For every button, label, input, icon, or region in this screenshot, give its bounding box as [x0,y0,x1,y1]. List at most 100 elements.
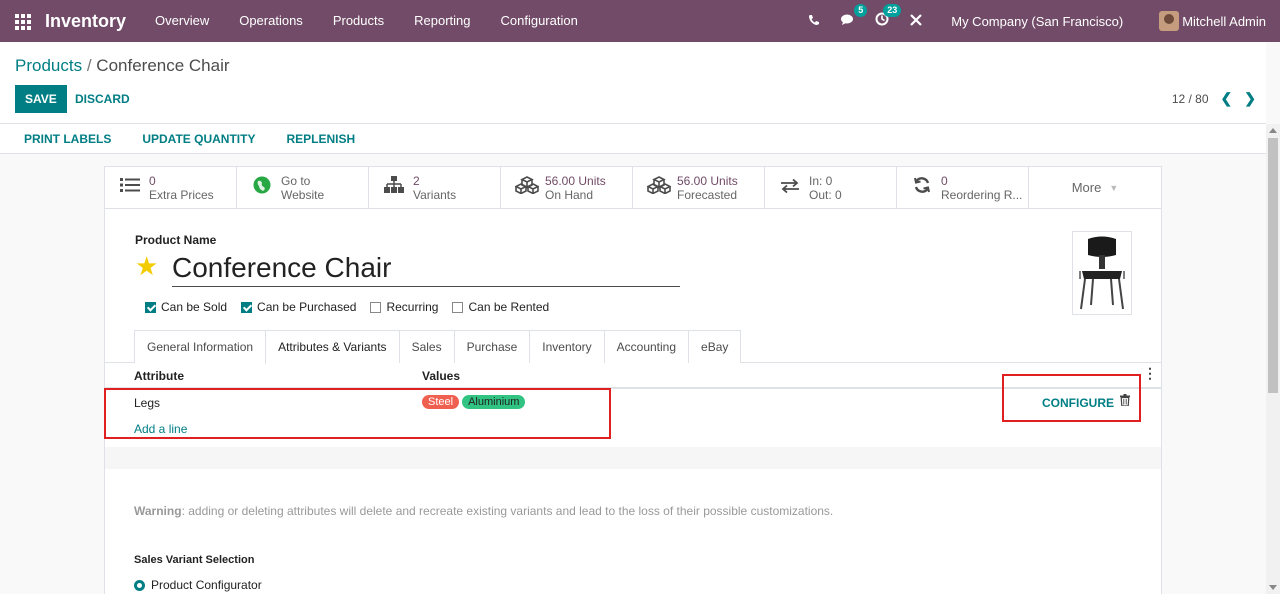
avatar [1159,11,1180,31]
on-hand-button[interactable]: 56.00 Units On Hand [501,167,633,208]
product-options: Can be Sold Can be Purchased Recurring C… [145,300,563,314]
menu-products[interactable]: Products [318,0,399,42]
tab-purchase[interactable]: Purchase [453,330,530,363]
tools-icon[interactable] [905,10,927,32]
forecasted-value: 56.00 Units [677,173,738,188]
on-hand-label: On Hand [545,187,594,202]
breadcrumb-current: Conference Chair [96,56,230,75]
cubes-icon [646,176,672,199]
exchange-icon [779,177,801,198]
activity-badge: 23 [883,4,902,17]
company-switcher[interactable]: My Company (San Francisco) [951,14,1123,29]
notebook-tabs: General Information Attributes & Variant… [105,330,1161,364]
go-to-website-button[interactable]: Go to Website [237,167,369,208]
menu-operations[interactable]: Operations [224,0,318,42]
tab-inventory[interactable]: Inventory [529,330,604,363]
checkbox-icon [241,301,253,313]
variants-button[interactable]: 2 Variants [369,167,501,208]
can-be-rented-checkbox[interactable]: Can be Rented [452,300,549,314]
website-line-2: Website [281,187,325,202]
tab-sales[interactable]: Sales [398,330,454,363]
checkbox-icon [452,301,464,313]
messages-badge: 5 [854,4,868,17]
control-panel: Products / Conference Chair SAVE DISCARD… [0,42,1266,124]
page-scrollbar[interactable] [1266,124,1280,594]
breadcrumb: Products / Conference Chair [15,56,230,76]
globe-icon [251,176,273,199]
refresh-icon [911,176,933,199]
main-menu: Overview Operations Products Reporting C… [140,0,593,42]
can-be-purchased-checkbox[interactable]: Can be Purchased [241,300,356,314]
can-be-sold-label: Can be Sold [161,300,228,314]
product-image[interactable] [1072,231,1132,315]
systray: 5 23 My Company (San Francisco) Mitchell… [797,0,1280,42]
phone-icon[interactable] [803,10,825,32]
warning-text: Warning: adding or deleting attributes w… [134,504,833,518]
form-statusbar: PRINT LABELS UPDATE QUANTITY REPLENISH [0,124,1266,154]
warning-message: : adding or deleting attributes will del… [181,504,834,518]
can-be-sold-checkbox[interactable]: Can be Sold [145,300,227,314]
save-button[interactable]: SAVE [15,85,67,113]
pager-next-icon[interactable]: ❯ [1244,90,1256,107]
update-quantity-button[interactable]: UPDATE QUANTITY [142,132,255,146]
activity-icon[interactable]: 23 [871,4,902,32]
in-count: In: 0 [809,173,833,188]
chair-image [1079,236,1125,310]
warning-prefix: Warning [134,504,182,518]
radio-selected-icon [134,579,145,591]
more-button[interactable]: More ▼ [1029,167,1161,208]
tab-ebay[interactable]: eBay [688,330,742,363]
extra-prices-button[interactable]: 0 Extra Prices [105,167,237,208]
checkbox-icon [370,301,382,313]
user-menu[interactable]: Mitchell Admin [1159,11,1266,31]
forecasted-button[interactable]: 56.00 Units Forecasted [633,167,765,208]
annotation-box-configure [1002,374,1141,422]
column-options-icon[interactable]: ⋮ [1143,365,1157,382]
menu-reporting[interactable]: Reporting [399,0,485,42]
recurring-checkbox[interactable]: Recurring [370,300,438,314]
replenish-button[interactable]: REPLENISH [286,132,355,146]
discard-button[interactable]: DISCARD [75,85,130,113]
scroll-thumb[interactable] [1268,138,1278,393]
sitemap-icon [383,176,405,199]
smart-button-box: 0 Extra Prices Go to Website 2 Variants 56.… [105,167,1161,209]
menu-configuration[interactable]: Configuration [486,0,593,42]
favorite-star-icon[interactable]: ★ [135,251,158,282]
user-name: Mitchell Admin [1182,13,1266,29]
tab-general-information[interactable]: General Information [134,330,266,363]
list-icon [119,177,141,198]
in-out-button[interactable]: In: 0 Out: 0 [765,167,897,208]
product-name-input[interactable]: Conference Chair [172,249,680,287]
column-attribute[interactable]: Attribute [134,369,184,383]
product-name-label: Product Name [135,233,217,247]
pager-value[interactable]: 12 / 80 [1172,92,1209,106]
messages-icon[interactable]: 5 [837,4,868,32]
print-labels-button[interactable]: PRINT LABELS [24,132,111,146]
recurring-label: Recurring [386,300,439,314]
menu-overview[interactable]: Overview [140,0,224,42]
reordering-rules-button[interactable]: 0 Reordering R... [897,167,1029,208]
extra-prices-label: Extra Prices [149,187,214,202]
scroll-up-arrow-icon[interactable] [1269,128,1277,133]
pager: 12 / 80 ❮ ❯ [1172,90,1256,107]
column-values[interactable]: Values [422,369,460,383]
product-configurator-label: Product Configurator [151,578,262,592]
tab-attributes-variants[interactable]: Attributes & Variants [265,330,399,364]
breadcrumb-products-link[interactable]: Products [15,56,82,75]
on-hand-value: 56.00 Units [545,173,606,188]
out-count: Out: 0 [809,187,842,202]
pager-previous-icon[interactable]: ❮ [1221,90,1233,107]
caret-down-icon: ▼ [1109,182,1119,193]
product-configurator-radio[interactable]: Product Configurator [134,578,262,592]
reordering-value: 0 [941,173,948,188]
tab-accounting[interactable]: Accounting [603,330,689,363]
apps-grid-icon[interactable] [15,14,31,30]
annotation-box-values [104,388,611,439]
top-navbar: Inventory Overview Operations Products R… [0,0,1280,42]
app-name[interactable]: Inventory [45,11,126,32]
variants-label: Variants [413,187,457,202]
website-line-1: Go to [281,173,311,188]
scroll-down-arrow-icon[interactable] [1269,585,1277,590]
table-footer [105,447,1161,469]
variants-value: 2 [413,173,420,188]
